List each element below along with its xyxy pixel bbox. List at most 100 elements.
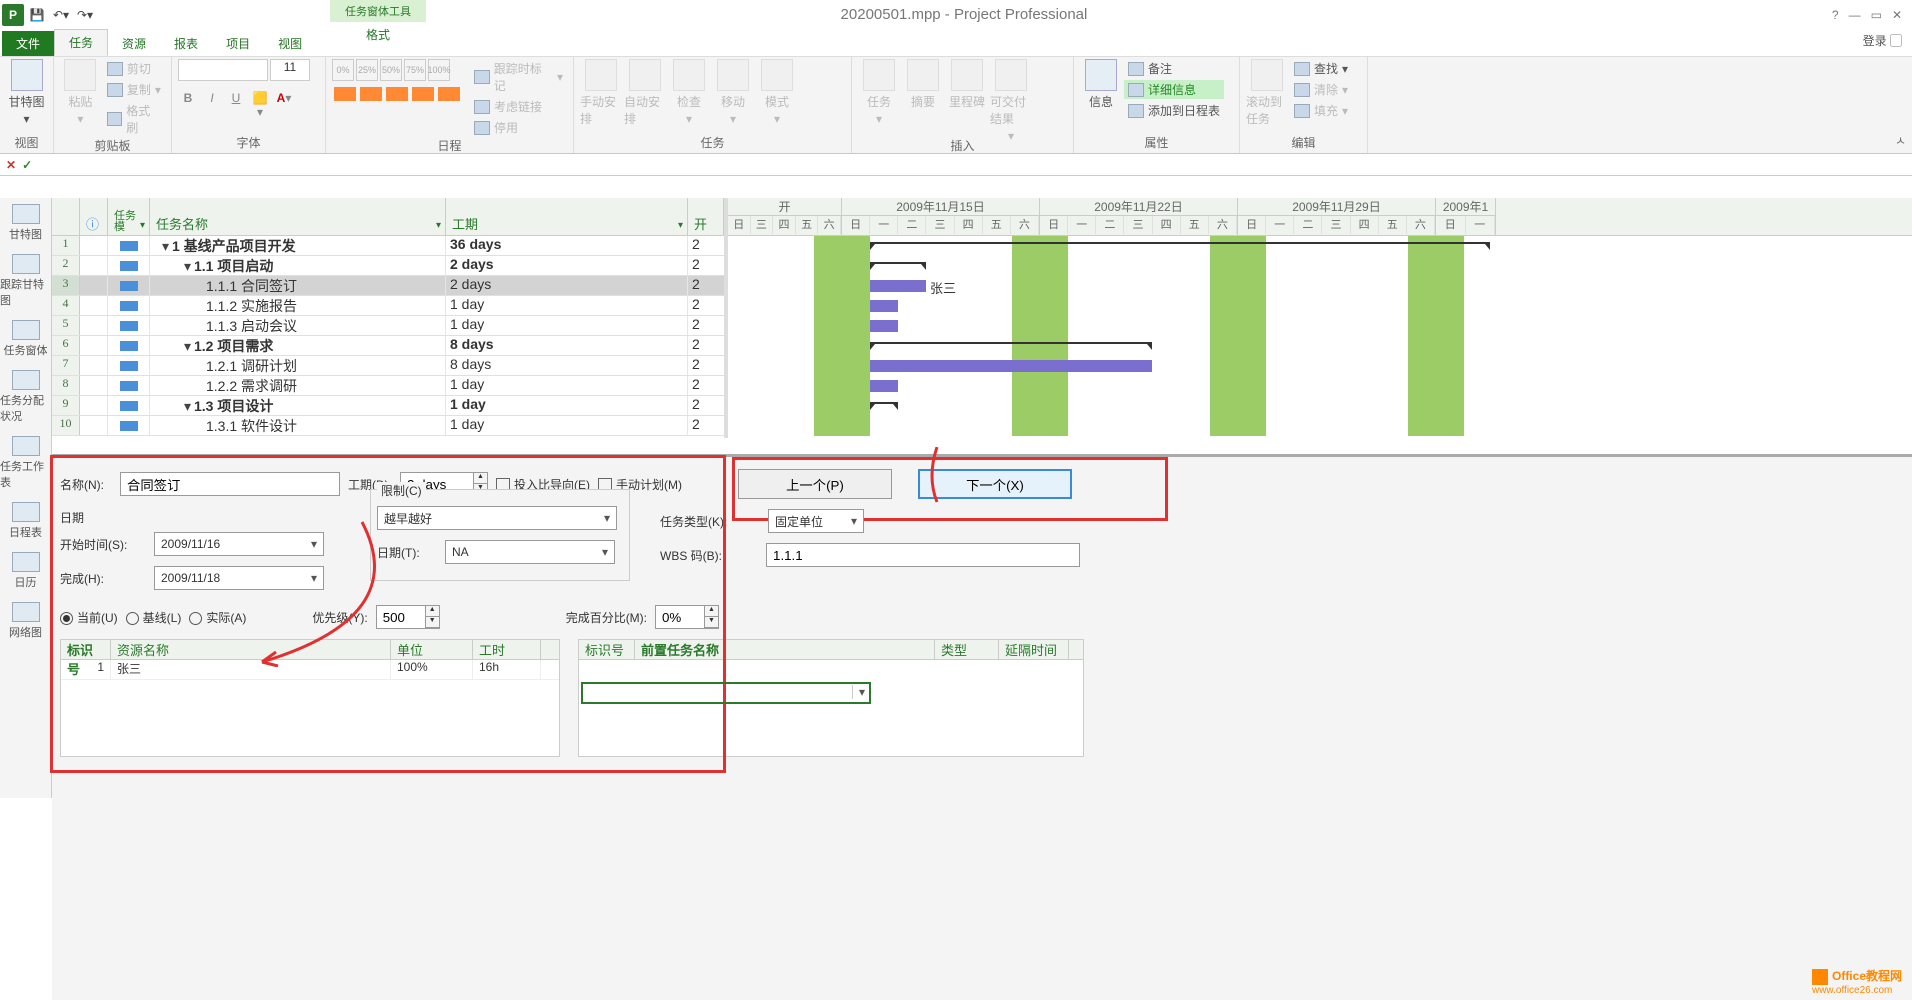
login-link[interactable]: 登录 ▢: [1863, 32, 1902, 49]
baseline-radio[interactable]: 基线(L): [126, 609, 182, 626]
col-info[interactable]: ⓘ: [80, 198, 108, 235]
tab-view[interactable]: 视图: [264, 31, 316, 56]
task-bar[interactable]: [870, 360, 1152, 372]
task-row[interactable]: 71.2.1 调研计划8 days2: [52, 356, 724, 376]
task-bar[interactable]: [870, 280, 926, 292]
format-tab[interactable]: 格式: [330, 22, 426, 47]
tab-report[interactable]: 报表: [160, 31, 212, 56]
task-row[interactable]: 2▾1.1 项目启动2 days2: [52, 256, 724, 276]
name-input[interactable]: [120, 472, 340, 496]
view-任务窗体[interactable]: 任务窗体: [0, 314, 51, 364]
predecessor-name-combo[interactable]: [581, 682, 871, 704]
font-size-select[interactable]: 11: [270, 59, 310, 81]
task-bar[interactable]: [870, 320, 898, 332]
details-button[interactable]: 详细信息: [1124, 80, 1224, 99]
font-family-select[interactable]: [178, 59, 268, 81]
accept-entry-icon[interactable]: ✓: [22, 158, 32, 172]
inspect-button[interactable]: 检查▾: [668, 59, 710, 126]
priority-input[interactable]: [376, 605, 426, 629]
start-date-combo[interactable]: 2009/11/16: [154, 532, 324, 556]
actual-radio[interactable]: 实际(A): [189, 609, 246, 626]
task-row[interactable]: 9▾1.3 项目设计1 day2: [52, 396, 724, 416]
minimize-icon[interactable]: —: [1849, 8, 1861, 22]
collapse-ribbon-icon[interactable]: ㅅ: [1895, 132, 1906, 149]
res-col-id[interactable]: 标识号: [61, 640, 111, 659]
task-type-combo[interactable]: 固定单位: [768, 509, 864, 533]
redo-icon[interactable]: ↷▾: [74, 4, 96, 26]
view-甘特图[interactable]: 甘特图: [0, 198, 51, 248]
manual-schedule-button[interactable]: 手动安排: [580, 59, 622, 127]
track-button[interactable]: 跟踪时标记▾: [470, 59, 567, 95]
task-bar[interactable]: [870, 300, 898, 312]
gantt-body[interactable]: 张三: [728, 236, 1912, 436]
tab-task[interactable]: 任务: [54, 29, 108, 56]
view-日程表[interactable]: 日程表: [0, 496, 51, 546]
percent-complete-input[interactable]: [655, 605, 705, 629]
tab-resource[interactable]: 资源: [108, 31, 160, 56]
add-timeline-button[interactable]: 添加到日程表: [1124, 101, 1224, 120]
constraint-date-combo[interactable]: NA: [445, 540, 615, 564]
next-button[interactable]: 下一个(X): [918, 469, 1072, 499]
view-任务工作表[interactable]: 任务工作表: [0, 430, 51, 496]
pred-col-id[interactable]: 标识号: [579, 640, 635, 659]
current-radio[interactable]: 当前(U): [60, 609, 118, 626]
undo-icon[interactable]: ↶▾: [50, 4, 72, 26]
insert-task-button[interactable]: 任务▾: [858, 59, 900, 126]
pred-col-type[interactable]: 类型: [935, 640, 999, 659]
cut-button[interactable]: 剪切: [103, 59, 165, 78]
col-start[interactable]: 开: [688, 198, 724, 235]
copy-button[interactable]: 复制▾: [103, 80, 165, 99]
find-button[interactable]: 查找▾: [1290, 59, 1352, 78]
help-icon[interactable]: ?: [1832, 8, 1839, 22]
wbs-input[interactable]: [766, 543, 1080, 567]
milestone-button[interactable]: 里程碑: [946, 59, 988, 110]
finish-date-combo[interactable]: 2009/11/18: [154, 566, 324, 590]
tab-project[interactable]: 项目: [212, 31, 264, 56]
underline-button[interactable]: U: [226, 91, 246, 119]
mode-button[interactable]: 模式▾: [756, 59, 798, 126]
priority-spinner[interactable]: ▲▼: [426, 605, 440, 629]
respect-links-button[interactable]: 考虑链接: [470, 97, 567, 116]
col-duration[interactable]: 工期▾: [446, 198, 688, 235]
deliverable-button[interactable]: 可交付结果▾: [990, 59, 1032, 143]
col-mode[interactable]: 任务模▾: [108, 198, 150, 235]
cancel-entry-icon[interactable]: ✕: [6, 158, 16, 172]
task-row[interactable]: 6▾1.2 项目需求8 days2: [52, 336, 724, 356]
view-任务分配状况[interactable]: 任务分配状况: [0, 364, 51, 430]
italic-button[interactable]: I: [202, 91, 222, 119]
task-row[interactable]: 31.1.1 合同签订2 days2: [52, 276, 724, 296]
fill-button[interactable]: 填充▾: [1290, 101, 1352, 120]
scroll-to-task-button[interactable]: 滚动到任务: [1246, 59, 1288, 127]
close-icon[interactable]: ✕: [1892, 8, 1902, 22]
pred-col-name[interactable]: 前置任务名称: [635, 640, 935, 659]
constraint-type-combo[interactable]: 越早越好: [377, 506, 617, 530]
notes-button[interactable]: 备注: [1124, 59, 1224, 78]
summary-button[interactable]: 摘要: [902, 59, 944, 110]
view-跟踪甘特图[interactable]: 跟踪甘特图: [0, 248, 51, 314]
app-icon[interactable]: P: [2, 4, 24, 26]
bold-button[interactable]: B: [178, 91, 198, 119]
save-icon[interactable]: 💾: [26, 4, 48, 26]
task-row[interactable]: 41.1.2 实施报告1 day2: [52, 296, 724, 316]
move-button[interactable]: 移动▾: [712, 59, 754, 126]
task-bar[interactable]: [870, 380, 898, 392]
task-row[interactable]: 1▾1 基线产品项目开发36 days2: [52, 236, 724, 256]
format-painter-button[interactable]: 格式刷: [103, 101, 165, 137]
view-日历[interactable]: 日历: [0, 546, 51, 596]
res-col-unit[interactable]: 单位: [391, 640, 473, 659]
inactivate-button[interactable]: 停用: [470, 118, 567, 137]
task-row[interactable]: 81.2.2 需求调研1 day2: [52, 376, 724, 396]
view-网络图[interactable]: 网络图: [0, 596, 51, 646]
auto-schedule-button[interactable]: 自动安排: [624, 59, 666, 127]
paste-button[interactable]: 粘贴▾: [60, 59, 101, 126]
res-row[interactable]: 1 张三 100% 16h: [61, 660, 559, 680]
fill-color-button[interactable]: 🟨▾: [250, 91, 270, 119]
gantt-view-button[interactable]: 甘特图▾: [6, 59, 47, 126]
clear-button[interactable]: 清除▾: [1290, 80, 1352, 99]
res-col-work[interactable]: 工时: [473, 640, 541, 659]
col-rownum[interactable]: [52, 198, 80, 235]
font-color-button[interactable]: A▾: [274, 91, 294, 119]
percent-spinner[interactable]: ▲▼: [705, 605, 719, 629]
col-name[interactable]: 任务名称▾: [150, 198, 446, 235]
previous-button[interactable]: 上一个(P): [738, 469, 892, 499]
